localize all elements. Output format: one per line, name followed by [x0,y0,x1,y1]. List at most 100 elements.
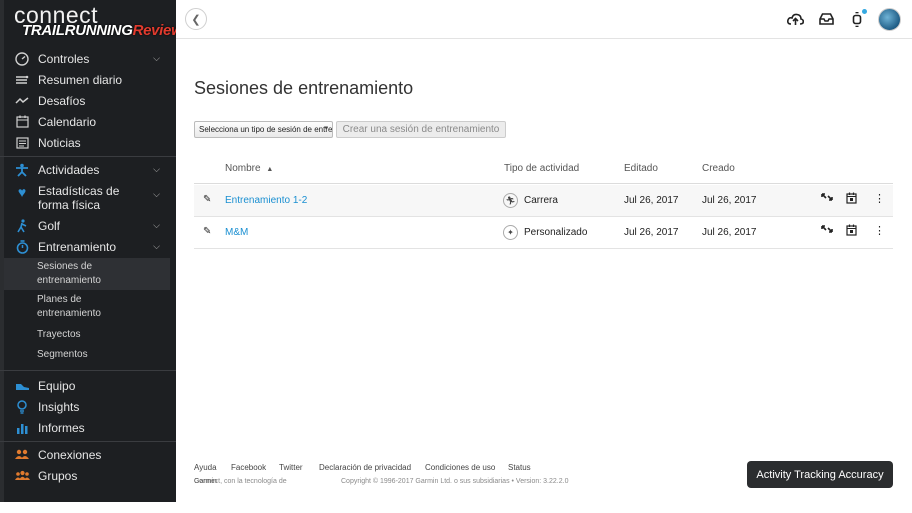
back-button[interactable]: ❮ [185,8,207,30]
sidebar-subitem-label: Trayectos [37,329,81,340]
shoe-icon [14,378,30,394]
edited-date: Jul 26, 2017 [624,195,679,206]
workout-name-link[interactable]: Entrenamiento 1-2 [225,195,307,206]
sidebar-item-entrenamiento[interactable]: Entrenamiento ⌵ [0,236,176,257]
sidebar-item-calendario[interactable]: Calendario [0,111,176,132]
sidebar-divider [0,441,176,442]
sidebar-item-label: Golf [38,218,61,233]
bar-chart-icon [14,420,30,436]
sidebar-subitem-label: Segmentos [37,349,88,360]
footer-link-privacy[interactable]: Declaración de privacidad [319,463,411,472]
sidebar-item-resumen-diario[interactable]: Resumen diario [0,69,176,90]
activity-type: Carrera [524,195,558,206]
column-header-created[interactable]: Creado [702,163,735,174]
sort-ascending-icon: ▲ [266,166,274,173]
top-bar: ❮ [176,0,912,39]
column-header-edited[interactable]: Editado [624,163,658,174]
create-workout-button[interactable]: Crear una sesión de entrenamiento [336,121,506,138]
calendar-icon [14,114,30,130]
sidebar-subitem-sesiones[interactable]: Sesiones de entrenamiento [4,258,170,290]
activities-icon [14,162,30,178]
table-row[interactable]: ✎ M&M ✦ Personalizado Jul 26, 2017 Jul 2… [194,217,893,249]
chevron-left-icon: ❮ [191,13,201,26]
edited-date: Jul 26, 2017 [624,227,679,238]
pencil-icon[interactable]: ✎ [203,226,211,237]
footer-link-twitter[interactable]: Twitter [279,463,303,472]
custom-activity-icon: ✦ [503,225,518,240]
sidebar-subitem-segmentos[interactable]: Segmentos [4,348,170,362]
chevron-up-icon[interactable]: ⌵ [153,241,160,252]
table-row[interactable]: ✎ Entrenamiento 1-2 🏃︎ Carrera Jul 26, 2… [194,185,893,217]
sidebar-item-label: Estadísticas de forma física [38,184,120,212]
app: connect TRAILRUNNINGReview Controles ⌵ R… [0,0,912,513]
sidebar-item-controles[interactable]: Controles ⌵ [0,48,176,69]
sidebar-item-estadisticas[interactable]: ♥ Estadísticas de forma física ⌵ [0,184,176,214]
footer-link-status[interactable]: Status [508,463,531,472]
sidebar-item-golf[interactable]: Golf ⌵ [0,215,176,236]
created-date: Jul 26, 2017 [702,195,757,206]
chevron-down-icon[interactable]: ⌵ [153,164,160,175]
footer-link-ayuda[interactable]: Ayuda [194,463,217,472]
sidebar-divider [0,156,176,157]
chevron-down-icon[interactable]: ⌵ [153,53,160,64]
send-to-device-icon[interactable] [821,192,833,205]
sidebar-subitem-label: Planes de entrenamiento [37,294,101,319]
more-options-icon[interactable]: ⋮ [874,224,885,237]
inbox-icon[interactable] [817,11,835,27]
garmin-link[interactable]: Garmin [194,478,217,485]
workout-type-select[interactable]: Selecciona un tipo de sesión de entrenam… [194,121,333,138]
calendar-icon[interactable] [846,224,857,239]
more-options-icon[interactable]: ⋮ [874,192,885,205]
column-header-activity-type[interactable]: Tipo de actividad [504,163,579,174]
watermark-text: TRAILRUNNINGReview [22,22,176,39]
groups-icon [14,468,30,484]
sidebar-item-informes[interactable]: Informes [0,417,176,438]
activity-type: Personalizado [524,227,588,238]
sidebar-item-conexiones[interactable]: Conexiones [0,444,176,465]
sidebar-item-label: Desafíos [38,93,86,108]
sidebar-item-label: Entrenamiento [38,239,117,254]
sidebar-divider [0,370,176,371]
daily-summary-icon [14,72,30,88]
heart-icon: ♥ [17,184,27,200]
avatar[interactable] [878,8,901,31]
sidebar-subitem-planes[interactable]: Planes de entrenamiento [4,293,170,325]
workout-name-link[interactable]: M&M [225,227,248,238]
sidebar-item-equipo[interactable]: Equipo [0,375,176,396]
table-header: Nombre ▲ Tipo de actividad Editado Cread… [194,159,893,184]
created-date: Jul 26, 2017 [702,227,757,238]
notification-dot [862,9,867,14]
sidebar-item-label: Actividades [38,162,100,177]
footer-link-facebook[interactable]: Facebook [231,463,266,472]
sidebar-item-label: Controles [38,51,90,66]
calendar-icon[interactable] [846,192,857,207]
column-header-name[interactable]: Nombre ▲ [225,163,273,174]
brand-logo[interactable]: connect TRAILRUNNINGReview [14,2,176,42]
sidebar-item-label: Equipo [38,378,76,393]
footer-link-terms[interactable]: Condiciones de uso [425,463,495,472]
send-to-device-icon[interactable] [821,224,833,237]
golf-icon [14,218,30,234]
sidebar-subitem-label: Sesiones de entrenamiento [37,261,101,286]
activity-tracking-accuracy-button[interactable]: Activity Tracking Accuracy [747,461,893,488]
sidebar-item-insights[interactable]: Insights [0,396,176,417]
pencil-icon[interactable]: ✎ [203,194,211,205]
connections-icon [14,447,30,463]
chevron-down-icon[interactable]: ⌵ [153,220,160,231]
lightbulb-icon [14,399,30,415]
sidebar-item-label: Noticias [38,135,81,150]
sidebar-subitem-trayectos[interactable]: Trayectos [4,328,170,342]
sidebar-item-grupos[interactable]: Grupos [0,465,176,486]
gauge-icon [14,51,30,67]
upload-cloud-icon[interactable] [786,11,804,27]
sidebar-item-label: Resumen diario [38,72,123,87]
sidebar-item-actividades[interactable]: Actividades ⌵ [0,159,176,180]
sidebar-item-noticias[interactable]: Noticias [0,132,176,153]
footer-copyright-text: Copyright © 1996-2017 Garmin Ltd. o sus … [341,478,569,485]
chevron-down-icon[interactable]: ⌵ [153,189,160,200]
running-icon: 🏃︎ [503,193,518,208]
workout-type-select-value: Selecciona un tipo de sesión de entrenam… [199,125,333,134]
news-icon [14,135,30,151]
sidebar-item-desafios[interactable]: Desafíos [0,90,176,111]
sidebar-item-label: Calendario [38,114,97,129]
